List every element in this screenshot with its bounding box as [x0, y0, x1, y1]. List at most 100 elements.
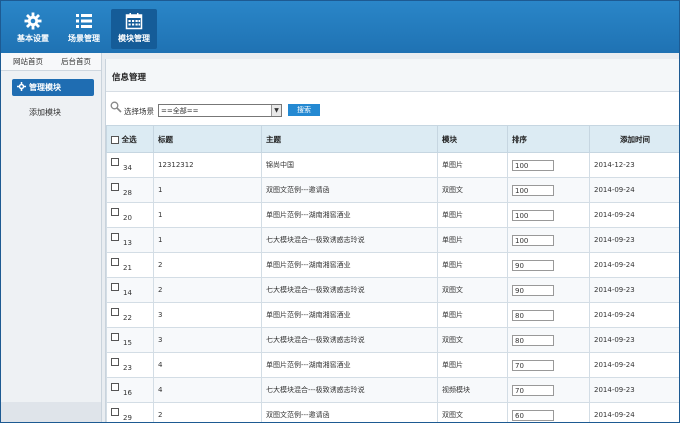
row-select-cell: 22 [106, 302, 154, 328]
order-input[interactable]: 60 [512, 409, 554, 421]
order-input[interactable]: 80 [512, 309, 554, 321]
module-table: 全选 标题 主题 模块 排序 添加时间 34 12312312 锦尚中国 单图片 100… [106, 125, 679, 422]
cell-time: 2014-09-23 [589, 277, 679, 303]
table-row: 20 1 单图片范例---湖南湘窖酒业 单图片 100 2014-09-24 [106, 202, 679, 228]
row-select-cell: 16 [106, 377, 154, 403]
cell-module: 单图片 [437, 302, 508, 328]
cell-order: 70 [507, 352, 590, 378]
header-time: 添加时间 [589, 125, 679, 153]
cell-module: 单图片 [437, 202, 508, 228]
row-checkbox[interactable] [111, 208, 119, 216]
order-input[interactable]: 100 [512, 159, 554, 171]
row-checkbox[interactable] [111, 158, 119, 166]
row-checkbox[interactable] [111, 183, 119, 191]
cell-theme: 单图片范例---湖南湘窖酒业 [261, 202, 438, 228]
cell-order: 70 [507, 377, 590, 403]
tab-admin-home[interactable]: 后台首页 [61, 56, 91, 67]
chevron-down-icon: ▼ [271, 105, 281, 116]
row-id: 15 [123, 339, 132, 347]
sidebar-item-manage-modules[interactable]: 管理模块 [12, 79, 94, 96]
cell-title: 2 [153, 252, 262, 278]
order-input[interactable]: 100 [512, 184, 554, 196]
tab-site-home[interactable]: 网站首页 [13, 56, 43, 67]
row-select-cell: 29 [106, 402, 154, 422]
order-input[interactable]: 100 [512, 209, 554, 221]
cell-module: 双图文 [437, 277, 508, 303]
row-select-cell: 20 [106, 202, 154, 228]
cell-title: 4 [153, 352, 262, 378]
cell-title: 1 [153, 202, 262, 228]
cell-order: 100 [507, 202, 590, 228]
cell-time: 2014-09-24 [589, 302, 679, 328]
cell-order: 60 [507, 402, 590, 422]
row-select-cell: 28 [106, 177, 154, 203]
header-select-all[interactable]: 全选 [106, 125, 154, 153]
order-input[interactable]: 70 [512, 359, 554, 371]
cell-module: 视频模块 [437, 377, 508, 403]
cell-time: 2014-09-24 [589, 177, 679, 203]
table-row: 28 1 双图文范例---邀请函 双图文 100 2014-09-24 [106, 177, 679, 203]
row-id: 14 [123, 289, 132, 297]
row-checkbox[interactable] [111, 258, 119, 266]
cell-theme: 单图片范例---湖南湘窖酒业 [261, 252, 438, 278]
table-row: 14 2 七大模块混合---极致诱惑志玲说 双图文 90 2014-09-23 [106, 277, 679, 303]
nav-module-management[interactable]: 模块管理 [111, 9, 157, 49]
row-id: 23 [123, 364, 132, 372]
page-header: 信息管理 [106, 59, 679, 92]
sidebar: 网站首页 后台首页 管理模块 添加模块 [1, 53, 102, 422]
sidebar-item-label: 管理模块 [29, 83, 61, 92]
cell-module: 单图片 [437, 352, 508, 378]
order-input[interactable]: 100 [512, 234, 554, 246]
order-input[interactable]: 70 [512, 384, 554, 396]
cell-module: 双图文 [437, 177, 508, 203]
cell-theme: 七大模块混合---极致诱惑志玲说 [261, 327, 438, 353]
row-checkbox[interactable] [111, 358, 119, 366]
sidebar-item-add-module[interactable]: 添加模块 [29, 107, 61, 118]
nav-basic-settings[interactable]: 基本设置 [10, 9, 56, 49]
row-id: 16 [123, 389, 132, 397]
row-checkbox[interactable] [111, 283, 119, 291]
table-row: 23 4 单图片范例---湖南湘窖酒业 单图片 70 2014-09-24 [106, 352, 679, 378]
cell-time: 2014-09-23 [589, 327, 679, 353]
row-id: 28 [123, 189, 132, 197]
table-row: 22 3 单图片范例---湖南湘窖酒业 单图片 80 2014-09-24 [106, 302, 679, 328]
cell-order: 90 [507, 252, 590, 278]
gear-icon [24, 12, 42, 30]
row-select-cell: 13 [106, 227, 154, 253]
calendar-icon [125, 13, 143, 30]
row-id: 22 [123, 314, 132, 322]
cell-title: 4 [153, 377, 262, 403]
cell-title: 1 [153, 177, 262, 203]
cell-theme: 双图文范例---邀请函 [261, 402, 438, 422]
header-order: 排序 [507, 125, 590, 153]
cell-time: 2014-09-23 [589, 227, 679, 253]
search-button[interactable]: 搜索 [288, 104, 320, 116]
nav-label: 场景管理 [68, 34, 100, 43]
header-theme: 主题 [261, 125, 438, 153]
sidebar-tabs: 网站首页 后台首页 [1, 53, 101, 71]
nav-scene-management[interactable]: 场景管理 [61, 9, 107, 49]
scene-select[interactable]: ==全部== ▼ [158, 104, 282, 117]
cell-time: 2014-09-24 [589, 202, 679, 228]
row-id: 21 [123, 264, 132, 272]
nav-label: 基本设置 [17, 34, 49, 43]
cell-order: 100 [507, 177, 590, 203]
row-checkbox[interactable] [111, 308, 119, 316]
row-checkbox[interactable] [111, 333, 119, 341]
row-checkbox[interactable] [111, 408, 119, 416]
table-row: 21 2 单图片范例---湖南湘窖酒业 单图片 90 2014-09-24 [106, 252, 679, 278]
cell-module: 双图文 [437, 402, 508, 422]
select-all-checkbox[interactable] [111, 135, 119, 144]
row-id: 34 [123, 164, 132, 172]
order-input[interactable]: 80 [512, 334, 554, 346]
cell-title: 3 [153, 302, 262, 328]
row-id: 13 [123, 239, 132, 247]
row-select-cell: 23 [106, 352, 154, 378]
order-input[interactable]: 90 [512, 259, 554, 271]
row-checkbox[interactable] [111, 383, 119, 391]
header-label: 全选 [121, 134, 137, 144]
scene-select-value: ==全部== [161, 107, 199, 115]
row-checkbox[interactable] [111, 233, 119, 241]
table-header-row: 全选 标题 主题 模块 排序 添加时间 [106, 125, 679, 153]
order-input[interactable]: 90 [512, 284, 554, 296]
